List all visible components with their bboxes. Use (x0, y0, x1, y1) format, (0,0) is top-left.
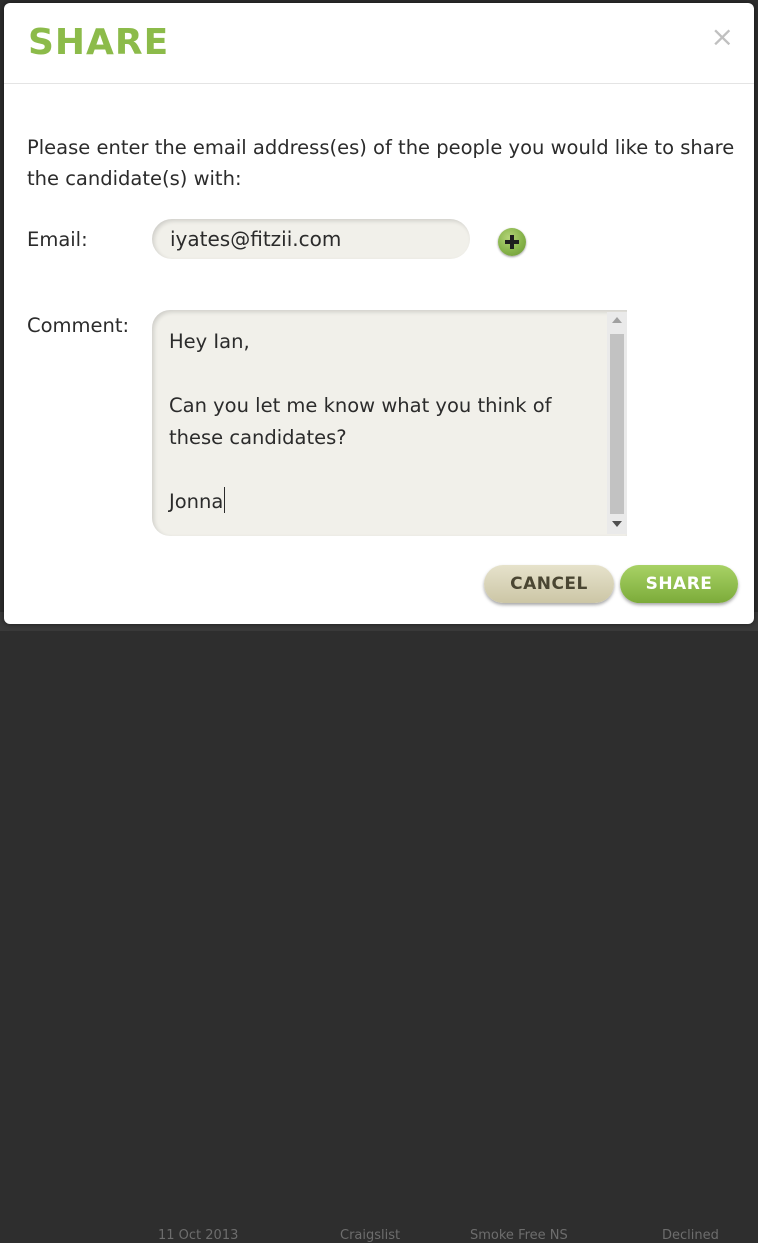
comment-scrollbar[interactable] (607, 312, 627, 534)
dialog-header: SHARE × (4, 3, 754, 84)
close-icon[interactable]: × (711, 23, 734, 51)
scroll-down-arrow-icon[interactable] (612, 521, 622, 527)
scroll-up-arrow-icon[interactable] (612, 317, 622, 323)
share-instructions: Please enter the email address(es) of th… (27, 136, 735, 190)
share-button[interactable]: SHARE (620, 565, 738, 603)
dialog-title: SHARE (28, 22, 170, 63)
text-caret (224, 487, 226, 513)
plus-icon (505, 235, 519, 249)
background-employer: Smoke Free NS (470, 1228, 568, 1243)
background-status: Declined (662, 1228, 719, 1243)
background-source: Craigslist (340, 1228, 401, 1243)
add-email-button[interactable] (498, 228, 526, 256)
background-date: 11 Oct 2013 (158, 1228, 239, 1243)
comment-textarea[interactable]: Hey Ian, Can you let me know what you th… (152, 310, 627, 536)
scroll-thumb[interactable] (610, 334, 624, 514)
comment-label: Comment: (27, 314, 130, 337)
email-label: Email: (27, 228, 88, 251)
cancel-button[interactable]: CANCEL (484, 565, 614, 603)
comment-text: Hey Ian, Can you let me know what you th… (169, 326, 599, 518)
email-field[interactable] (152, 219, 470, 259)
comment-value: Hey Ian, Can you let me know what you th… (169, 330, 552, 513)
share-dialog: SHARE × Please enter the email address(e… (4, 3, 754, 624)
